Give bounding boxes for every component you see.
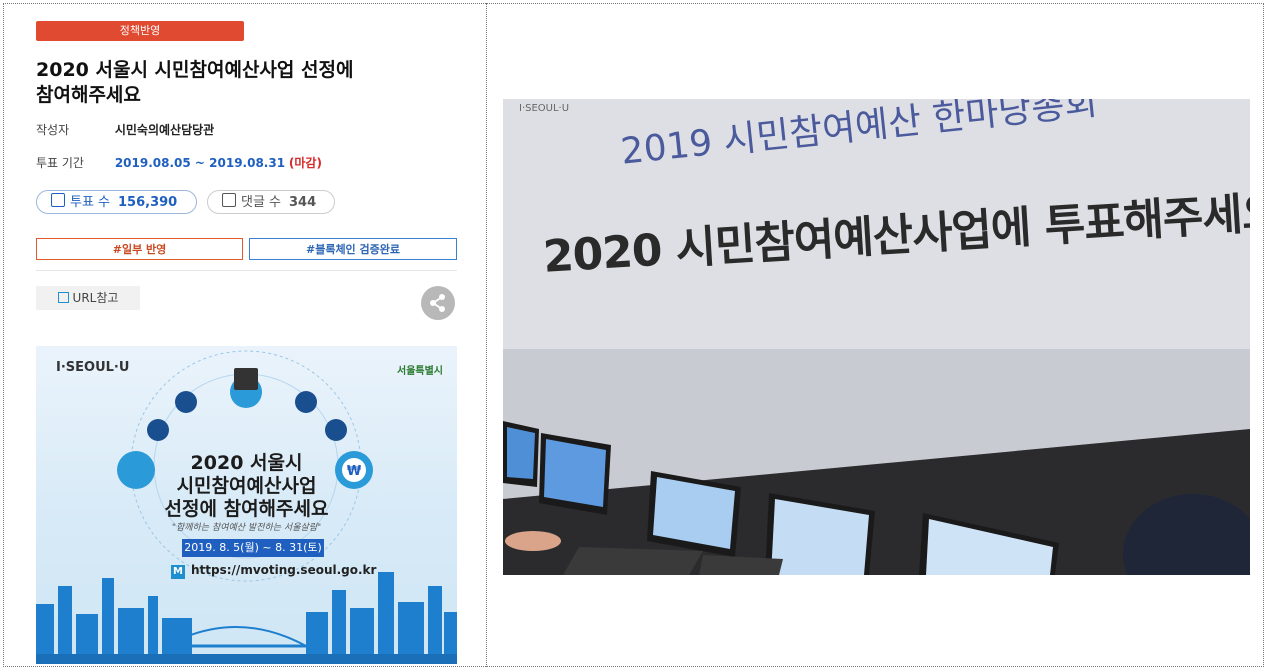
- poster-title-line-1: 2020 서울시: [190, 452, 303, 474]
- poster-title-line-3: 선정에 참여해주세요: [164, 498, 329, 520]
- poster-title-line-2: 시민참여예산사업: [176, 475, 317, 497]
- section-divider: [36, 270, 457, 271]
- comment-count-button[interactable]: 댓글 수 344: [207, 190, 335, 214]
- comment-icon: [222, 193, 236, 207]
- period-value: 2019.08.05 ~ 2019.08.31: [114, 156, 286, 170]
- poster-image: ₩ I·SEOUL·U 서울특별시 2020 서울시 시민참여예산사업 선정에 …: [36, 346, 457, 664]
- author-value: 시민숙의예산담당관: [114, 123, 215, 137]
- author-label: 작성자: [36, 123, 70, 137]
- seoul-city-logo: 서울특별시: [397, 366, 443, 377]
- iseoulu-logo: I·SEOUL·U: [56, 360, 130, 375]
- event-photo: I·SEOUL·U 2019 시민참여예산 한마당총회 2020 시민참여예산사…: [503, 99, 1250, 575]
- url-reference-button[interactable]: URL참고: [36, 286, 140, 310]
- status-badge: 정책반영: [36, 21, 244, 41]
- proposal-title: 2020 서울시 시민참여예산사업 선정에 참여해주세요: [36, 58, 436, 108]
- comments-value: 344: [289, 195, 317, 210]
- mvoting-icon: M: [171, 565, 185, 579]
- vote-count-button[interactable]: 투표 수 156,390: [36, 190, 197, 214]
- comments-label: 댓글 수: [241, 195, 282, 210]
- share-button[interactable]: [421, 286, 455, 320]
- votes-label: 투표 수: [70, 195, 111, 210]
- title-line-1: 2020 서울시 시민참여예산사업 선정에: [36, 59, 354, 81]
- tag-partial-adopted[interactable]: #일부 반영: [36, 238, 243, 260]
- period-status: (마감): [288, 156, 322, 170]
- photo-logo: I·SEOUL·U: [519, 103, 570, 114]
- poster-subtitle: "함께하는 참여예산 발전하는 서울살림": [171, 523, 322, 533]
- photo-scene: [503, 99, 1250, 575]
- poster-url-text: https://mvoting.seoul.go.kr: [191, 563, 377, 577]
- votes-value: 156,390: [118, 195, 178, 210]
- poster-url: Mhttps://mvoting.seoul.go.kr: [171, 563, 376, 579]
- tag-blockchain-verified[interactable]: #블록체인 검증완료: [249, 238, 457, 260]
- column-divider: [486, 3, 487, 667]
- poster-date: 2019. 8. 5(월) ~ 8. 31(토): [182, 539, 324, 557]
- url-button-label: URL참고: [72, 291, 119, 305]
- period-row: 투표 기간 2019.08.05 ~ 2019.08.31 (마감): [36, 154, 322, 171]
- author-row: 작성자 시민숙의예산담당관: [36, 121, 214, 138]
- external-link-icon: [57, 292, 69, 303]
- title-line-2: 참여해주세요: [36, 84, 141, 106]
- period-label: 투표 기간: [36, 156, 84, 170]
- share-icon: [430, 294, 445, 312]
- ballot-icon: [51, 193, 65, 207]
